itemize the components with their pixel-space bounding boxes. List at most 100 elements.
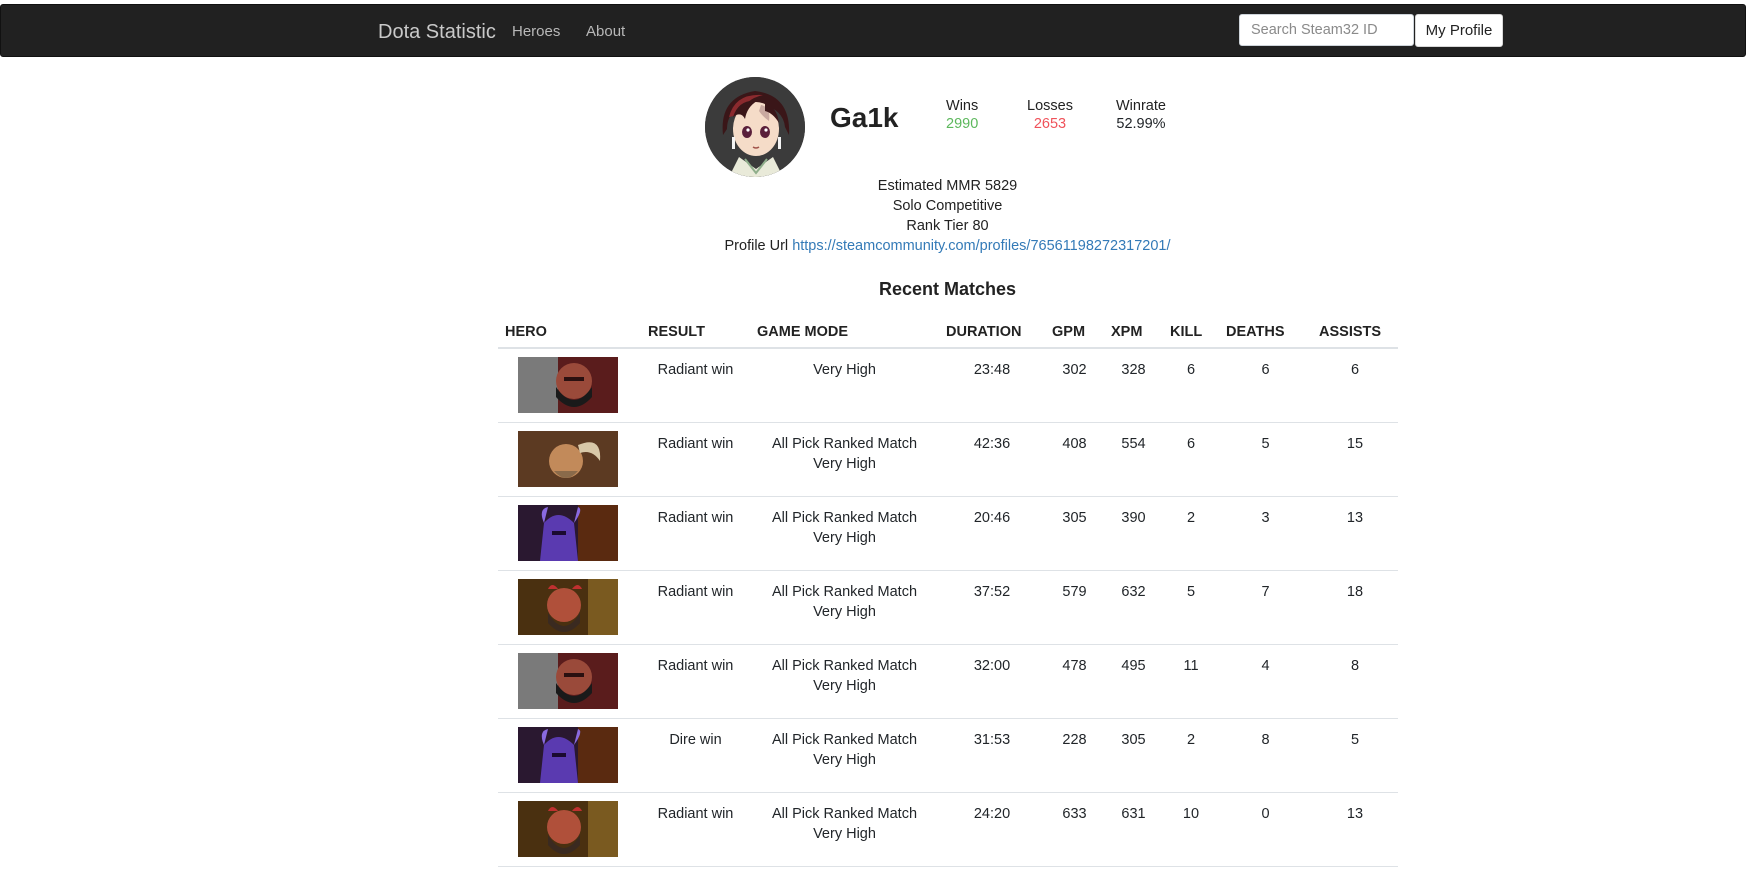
gpm-cell: 228: [1045, 718, 1104, 793]
game-mode-skill: Very High: [813, 455, 876, 472]
game-mode-skill: Very High: [813, 751, 876, 768]
result-cell: Radiant win: [641, 792, 750, 867]
winrate-stat: Winrate 52.99%: [1116, 98, 1166, 132]
table-row[interactable]: Radiant win All Pick Ranked Match Very Hig…: [498, 792, 1398, 867]
duration-cell: 37:52: [939, 570, 1045, 645]
col-game-mode: GAME MODE: [750, 316, 939, 349]
deaths-cell: 7: [1219, 570, 1312, 645]
hero-portrait[interactable]: [518, 504, 618, 561]
game-mode-skill: Very High: [813, 677, 876, 694]
hero-cell: [498, 348, 641, 423]
hero-portrait[interactable]: [518, 800, 618, 857]
col-gpm: GPM: [1045, 316, 1104, 349]
game-mode-cell: All Pick Ranked Match Very High: [750, 496, 939, 571]
assists-cell: 15: [1312, 422, 1398, 497]
nav-link-heroes[interactable]: Heroes: [512, 23, 560, 40]
profile-url-link[interactable]: https://steamcommunity.com/profiles/7656…: [792, 238, 1170, 254]
table-row[interactable]: Dire win All Pick Ranked Match Very High 31…: [498, 718, 1398, 793]
game-mode-line: All Pick Ranked Match: [771, 509, 918, 526]
table-row[interactable]: Radiant win All Pick Ranked Match Very Hig…: [498, 496, 1398, 571]
col-hero: HERO: [498, 316, 641, 349]
game-mode-cell: Very High: [750, 348, 939, 423]
brand-link[interactable]: Dota Statistic: [378, 21, 496, 44]
matches-table: HERO RESULT GAME MODE DURATION GPM XPM K…: [498, 316, 1398, 867]
col-assists: ASSISTS: [1312, 316, 1398, 349]
result-cell: Radiant win: [641, 348, 750, 423]
game-mode-cell: All Pick Ranked Match Very High: [750, 422, 939, 497]
losses-label: Losses: [1027, 98, 1073, 114]
rank-tier: Rank Tier 80: [906, 218, 989, 234]
hero-portrait[interactable]: [518, 726, 618, 783]
player-name: Ga1k: [830, 102, 899, 133]
col-result: RESULT: [641, 316, 750, 349]
xpm-cell: 631: [1104, 792, 1163, 867]
xpm-cell: 390: [1104, 496, 1163, 571]
solo-competitive: Solo Competitive: [892, 198, 1003, 214]
winrate-value: 52.99%: [1116, 116, 1166, 132]
hero-portrait[interactable]: [518, 652, 618, 709]
game-mode-line: All Pick Ranked Match: [771, 435, 918, 452]
assists-cell: 13: [1312, 792, 1398, 867]
deaths-cell: 4: [1219, 644, 1312, 719]
assists-cell: 5: [1312, 718, 1398, 793]
xpm-cell: 328: [1104, 348, 1163, 423]
hero-cell: [498, 496, 641, 571]
assists-cell: 6: [1312, 348, 1398, 423]
gpm-cell: 305: [1045, 496, 1104, 571]
hero-cell: [498, 570, 641, 645]
gpm-cell: 302: [1045, 348, 1104, 423]
gpm-cell: 478: [1045, 644, 1104, 719]
table-row[interactable]: Radiant win All Pick Ranked Match Very Hig…: [498, 570, 1398, 645]
xpm-cell: 305: [1104, 718, 1163, 793]
table-row[interactable]: Radiant win Very High 23:48 302 328 6 6 6: [498, 348, 1398, 423]
deaths-cell: 8: [1219, 718, 1312, 793]
game-mode-line: All Pick Ranked Match: [771, 583, 918, 600]
kill-cell: 6: [1163, 422, 1219, 497]
col-xpm: XPM: [1104, 316, 1163, 349]
profile-url-line: Profile Url https://steamcommunity.com/p…: [600, 238, 1295, 254]
kill-cell: 10: [1163, 792, 1219, 867]
game-mode-skill: Very High: [813, 603, 876, 620]
avatar: [705, 77, 805, 177]
game-mode-cell: All Pick Ranked Match Very High: [750, 570, 939, 645]
deaths-cell: 5: [1219, 422, 1312, 497]
col-duration: DURATION: [939, 316, 1045, 349]
search-input[interactable]: [1239, 14, 1414, 46]
recent-matches-title: Recent Matches: [878, 279, 1017, 299]
table-row[interactable]: Radiant win All Pick Ranked Match Very Hig…: [498, 644, 1398, 719]
table-header-row: HERO RESULT GAME MODE DURATION GPM XPM K…: [498, 316, 1398, 349]
gpm-cell: 633: [1045, 792, 1104, 867]
hero-cell: [498, 718, 641, 793]
my-profile-button[interactable]: My Profile: [1415, 14, 1503, 47]
kill-cell: 2: [1163, 718, 1219, 793]
assists-cell: 18: [1312, 570, 1398, 645]
wins-value: 2990: [946, 116, 979, 132]
xpm-cell: 495: [1104, 644, 1163, 719]
result-cell: Dire win: [641, 718, 750, 793]
game-mode-cell: All Pick Ranked Match Very High: [750, 644, 939, 719]
hero-portrait[interactable]: [518, 430, 618, 487]
hero-portrait[interactable]: [518, 578, 618, 635]
duration-cell: 23:48: [939, 348, 1045, 423]
game-mode-skill: Very High: [813, 825, 876, 842]
xpm-cell: 554: [1104, 422, 1163, 497]
kill-cell: 11: [1163, 644, 1219, 719]
game-mode-skill: Very High: [813, 529, 876, 546]
kill-cell: 5: [1163, 570, 1219, 645]
duration-cell: 20:46: [939, 496, 1045, 571]
kill-cell: 6: [1163, 348, 1219, 423]
gpm-cell: 408: [1045, 422, 1104, 497]
hero-portrait[interactable]: [518, 357, 618, 413]
hero-cell: [498, 644, 641, 719]
gpm-cell: 579: [1045, 570, 1104, 645]
nav-link-about[interactable]: About: [586, 23, 625, 40]
table-row[interactable]: Radiant win All Pick Ranked Match Very Hig…: [498, 422, 1398, 497]
result-cell: Radiant win: [641, 422, 750, 497]
hero-cell: [498, 792, 641, 867]
game-mode-cell: All Pick Ranked Match Very High: [750, 718, 939, 793]
wins-label: Wins: [946, 98, 979, 114]
losses-stat: Losses 2653: [1027, 98, 1073, 132]
game-mode-line: Very High: [813, 362, 876, 378]
game-mode-cell: All Pick Ranked Match Very High: [750, 792, 939, 867]
col-kill: KILL: [1163, 316, 1219, 349]
